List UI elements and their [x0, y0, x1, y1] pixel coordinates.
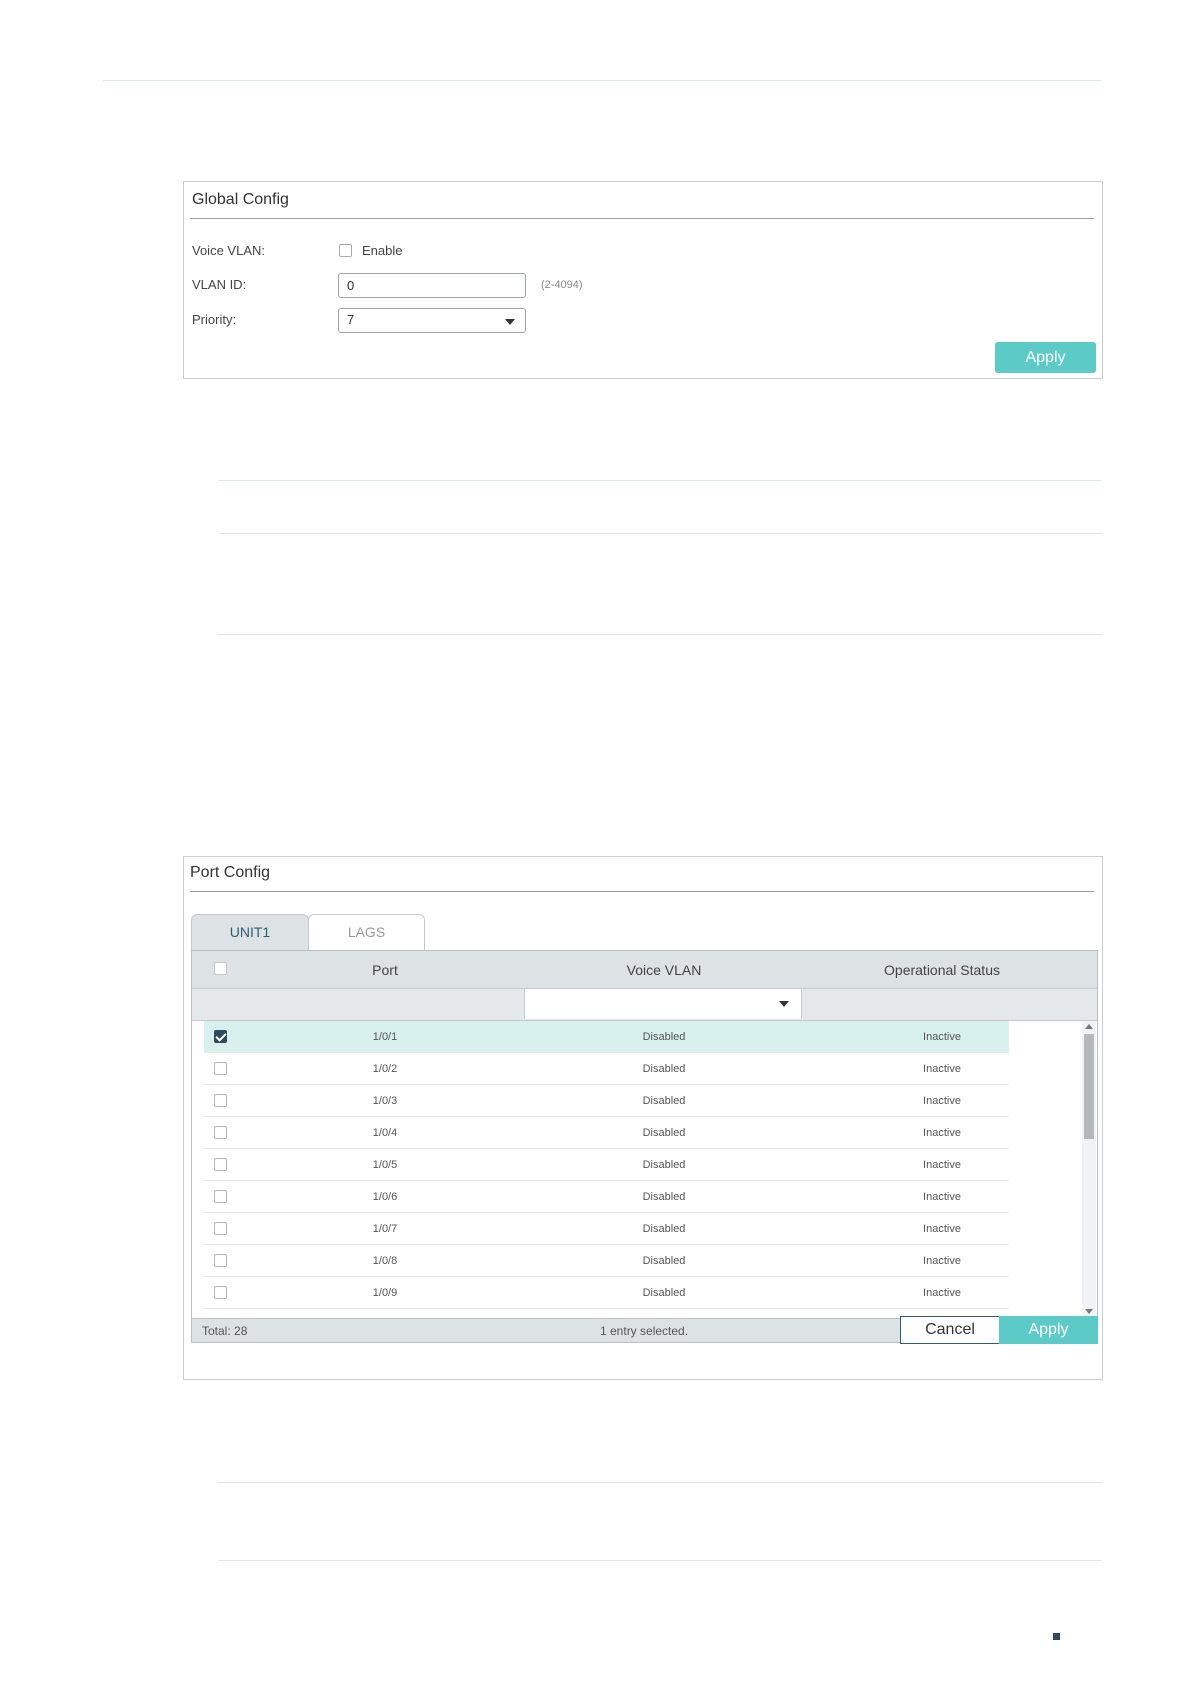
- global-config-panel: Global Config Voice VLAN: Enable VLAN ID…: [183, 181, 1103, 379]
- port-cell: 1/0/2: [372, 1063, 398, 1075]
- table-row[interactable]: 1/0/9 Disabled Inactive: [204, 1277, 1009, 1309]
- filter-row: [192, 988, 1097, 1021]
- port-cell: 1/0/9: [372, 1287, 398, 1299]
- row-checkbox[interactable]: [214, 1286, 227, 1299]
- port-cell: 1/0/7: [372, 1223, 398, 1235]
- row-checkbox[interactable]: [214, 1126, 227, 1139]
- vlan-id-label: VLAN ID:: [192, 277, 247, 292]
- table-row[interactable]: 1/0/10DisabledInactive: [204, 1309, 1009, 1318]
- table-row[interactable]: 1/0/3 Disabled Inactive: [204, 1085, 1009, 1117]
- operational-status-cell: Inactive: [923, 1031, 961, 1043]
- table-row[interactable]: 1/0/7 Disabled Inactive: [204, 1213, 1009, 1245]
- table-row[interactable]: 1/0/1 Disabled Inactive: [204, 1021, 1009, 1053]
- panel-title-rule: [190, 891, 1094, 892]
- tab-unit1[interactable]: UNIT1: [191, 914, 309, 950]
- port-cell: 1/0/5: [372, 1159, 398, 1171]
- port-cell: 1/0/1: [372, 1031, 398, 1043]
- voice-vlan-enable-checkbox[interactable]: [339, 244, 352, 257]
- divider: [218, 634, 1102, 635]
- row-checkbox[interactable]: [214, 1062, 227, 1075]
- row-checkbox[interactable]: [214, 1030, 227, 1043]
- voice-vlan-cell: Disabled: [642, 1031, 686, 1043]
- voice-vlan-cell: Disabled: [642, 1223, 686, 1235]
- voice-vlan-cell: Disabled: [642, 1063, 686, 1075]
- column-header-voice-vlan[interactable]: Voice VLAN: [526, 962, 802, 978]
- priority-value: 7: [347, 312, 355, 327]
- panel-title: Global Config: [192, 191, 289, 208]
- vlan-id-input[interactable]: [338, 273, 526, 298]
- voice-vlan-label: Voice VLAN:: [192, 243, 265, 258]
- operational-status-cell: Inactive: [923, 1223, 961, 1235]
- port-cell: 1/0/10: [250, 1309, 520, 1318]
- row-checkbox[interactable]: [214, 1094, 227, 1107]
- operational-status-cell: Inactive: [923, 1095, 961, 1107]
- chevron-down-icon: [779, 1001, 789, 1007]
- voice-vlan-cell: Disabled: [642, 1287, 686, 1299]
- vlan-id-hint: (2-4094): [541, 279, 583, 291]
- port-cell: 1/0/4: [372, 1127, 398, 1139]
- voice-vlan-cell: Disabled: [642, 1127, 686, 1139]
- operational-status-cell: Inactive: [923, 1159, 961, 1171]
- port-cell: 1/0/8: [372, 1255, 398, 1267]
- voice-vlan-cell: Disabled: [642, 1255, 686, 1267]
- priority-select[interactable]: 7: [338, 308, 526, 333]
- voice-vlan-filter-select[interactable]: [524, 989, 802, 1019]
- total-count: Total: 28: [202, 1324, 248, 1338]
- port-table: Port Voice VLAN Operational Status 1/0/1…: [191, 950, 1098, 1343]
- operational-status-cell: Inactive: [923, 1191, 961, 1203]
- divider: [220, 533, 1102, 534]
- column-header-port[interactable]: Port: [250, 962, 520, 978]
- panel-title: Port Config: [190, 864, 271, 881]
- port-config-panel: Port Config UNIT1 LAGS Port Voice VLAN O…: [183, 856, 1103, 1380]
- scroll-up-icon[interactable]: [1085, 1024, 1093, 1029]
- column-header-operational-status[interactable]: Operational Status: [804, 962, 1080, 978]
- port-cell: 1/0/3: [372, 1095, 398, 1107]
- operational-status-cell: Inactive: [923, 1063, 961, 1075]
- voice-vlan-cell: Disabled: [642, 1159, 686, 1171]
- table-row[interactable]: 1/0/6 Disabled Inactive: [204, 1181, 1009, 1213]
- priority-label: Priority:: [192, 312, 237, 327]
- row-checkbox[interactable]: [214, 1190, 227, 1203]
- voice-vlan-cell: Disabled: [526, 1309, 802, 1318]
- divider: [218, 1560, 1102, 1561]
- row-checkbox[interactable]: [214, 1254, 227, 1267]
- divider: [218, 480, 1102, 481]
- table-scrollbar[interactable]: [1082, 1021, 1096, 1318]
- voice-vlan-cell: Disabled: [642, 1191, 686, 1203]
- tab-lags[interactable]: LAGS: [308, 914, 425, 950]
- row-checkbox[interactable]: [214, 1222, 227, 1235]
- enable-label: Enable: [362, 243, 403, 258]
- chevron-down-icon: [505, 319, 515, 325]
- divider: [218, 1482, 1102, 1483]
- table-row[interactable]: 1/0/8 Disabled Inactive: [204, 1245, 1009, 1277]
- table-body: 1/0/1 Disabled Inactive 1/0/2 Disabled Inacti…: [204, 1021, 1009, 1318]
- select-all-checkbox[interactable]: [214, 962, 227, 975]
- page-marker: [1053, 1633, 1060, 1640]
- scroll-thumb[interactable]: [1084, 1034, 1094, 1139]
- table-row[interactable]: 1/0/4 Disabled Inactive: [204, 1117, 1009, 1149]
- table-header: Port Voice VLAN Operational Status: [192, 951, 1097, 988]
- row-checkbox[interactable]: [214, 1158, 227, 1171]
- port-apply-button[interactable]: Apply: [999, 1316, 1098, 1344]
- operational-status-cell: Inactive: [923, 1255, 961, 1267]
- port-cell: 1/0/6: [372, 1191, 398, 1203]
- voice-vlan-cell: Disabled: [642, 1095, 686, 1107]
- table-row[interactable]: 1/0/5 Disabled Inactive: [204, 1149, 1009, 1181]
- cancel-button[interactable]: Cancel: [900, 1316, 1000, 1344]
- global-apply-button[interactable]: Apply: [995, 342, 1096, 373]
- top-divider: [103, 80, 1102, 81]
- scroll-down-icon[interactable]: [1085, 1309, 1093, 1314]
- operational-status-cell: Inactive: [923, 1127, 961, 1139]
- selection-status: 1 entry selected.: [600, 1324, 689, 1338]
- operational-status-cell: Inactive: [923, 1287, 961, 1299]
- panel-title-rule: [190, 218, 1094, 219]
- table-row[interactable]: 1/0/2 Disabled Inactive: [204, 1053, 1009, 1085]
